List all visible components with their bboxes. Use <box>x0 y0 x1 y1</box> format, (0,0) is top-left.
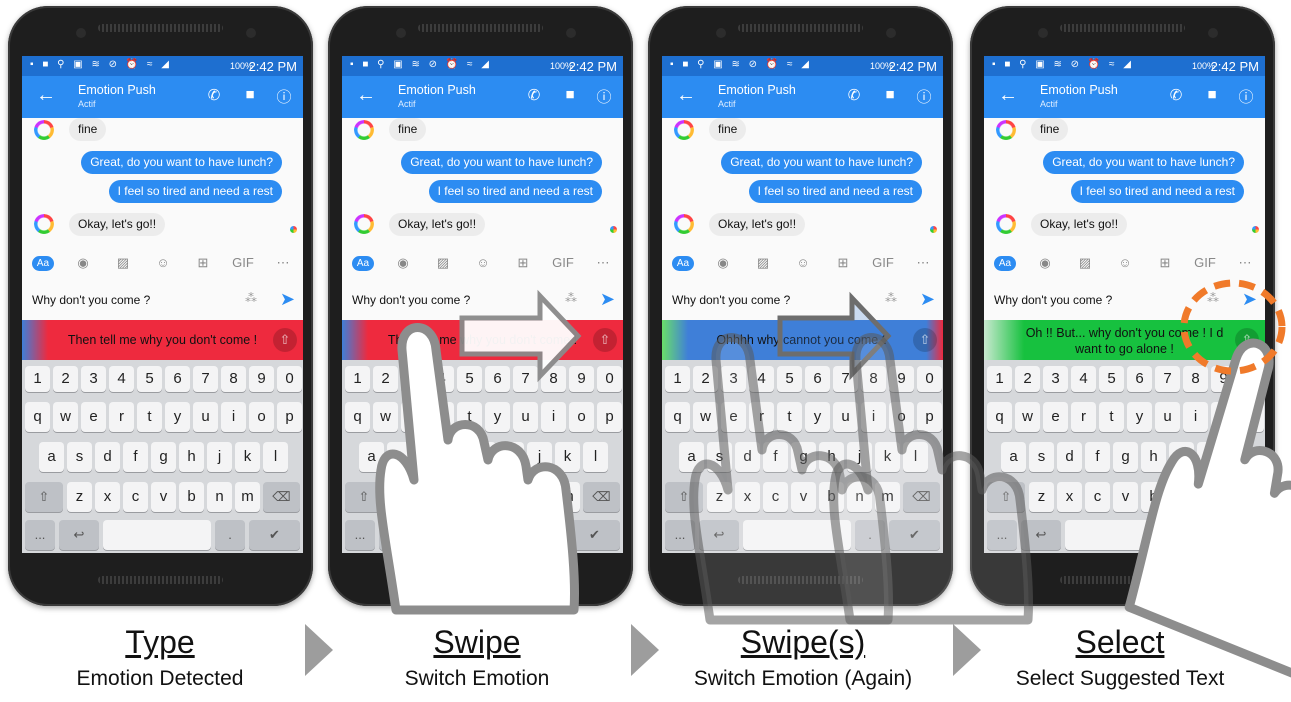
swipe-arrow-icon <box>459 289 582 383</box>
pointing-hand-ghost-icon <box>829 333 1034 625</box>
gesture-overlay <box>375 279 1291 679</box>
pointing-hand-group <box>1124 338 1291 679</box>
pointing-hand-icon <box>1124 338 1291 679</box>
